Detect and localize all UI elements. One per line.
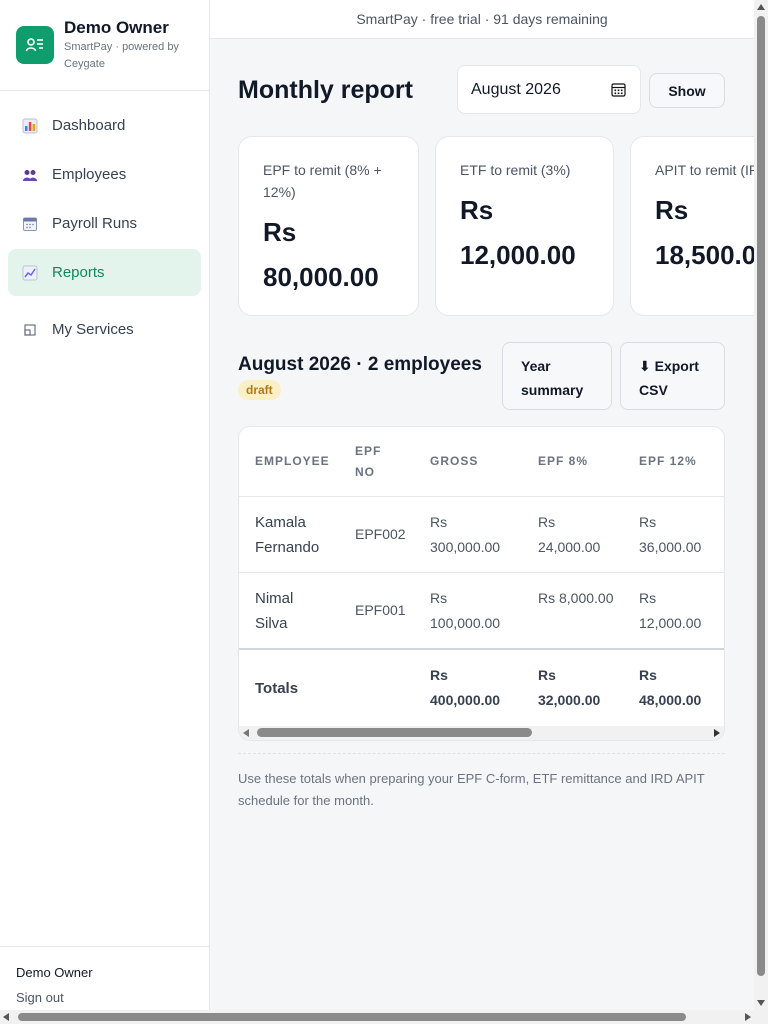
scrollbar-thumb[interactable] xyxy=(18,1013,686,1021)
sidebar-item-payroll-runs[interactable]: Payroll Runs xyxy=(8,200,201,247)
epf-number: EPF001 xyxy=(355,602,406,618)
bar-chart-icon xyxy=(22,118,38,134)
people-icon xyxy=(22,167,38,183)
column-header: EPF NO xyxy=(355,444,382,479)
sidebar-item-label: My Services xyxy=(52,321,134,338)
etf-remit-card: ETF to remit (3%) Rs 12,000.00 xyxy=(435,136,614,316)
help-note: Use these totals when preparing your EPF… xyxy=(238,771,705,808)
card-value: Rs 12,000.00 xyxy=(460,195,576,270)
employee-name: Kamala Fernando xyxy=(255,514,320,556)
scroll-right-icon[interactable] xyxy=(714,729,720,737)
main-content: Monthly report August 2026 Show EPF to r… xyxy=(210,39,754,1010)
sidebar: Demo Owner SmartPay · powered by Ceygate… xyxy=(0,0,210,1010)
page-horizontal-scrollbar[interactable] xyxy=(0,1010,754,1024)
apit-remit-card: APIT to remit (IRD) Rs 18,500.00 xyxy=(630,136,754,316)
page-vertical-scrollbar[interactable] xyxy=(754,0,768,1010)
sidebar-item-label: Payroll Runs xyxy=(52,215,138,232)
calendar-icon xyxy=(22,216,38,232)
scroll-right-icon[interactable] xyxy=(745,1013,751,1021)
export-csv-button[interactable]: ⬇ Export CSV xyxy=(620,342,725,410)
scroll-left-icon[interactable] xyxy=(3,1013,9,1021)
sidebar-item-label: Dashboard xyxy=(52,117,126,134)
sidebar-item-employees[interactable]: Employees xyxy=(8,151,201,198)
card-label: ETF to remit (3%) xyxy=(460,162,571,178)
brand-logo-icon xyxy=(16,26,54,64)
scroll-left-icon[interactable] xyxy=(243,729,249,737)
employee-name: Nimal Silva xyxy=(255,590,294,632)
epf-remit-card: EPF to remit (8% + 12%) Rs 80,000.00 xyxy=(238,136,419,316)
services-icon xyxy=(22,322,38,338)
brand-subtitle: SmartPay · powered by Ceygate xyxy=(64,41,179,70)
month-picker-value: August 2026 xyxy=(471,80,561,98)
year-summary-button[interactable]: Year summary xyxy=(502,342,612,410)
card-label: EPF to remit (8% + 12%) xyxy=(263,162,382,200)
sidebar-item-label: Employees xyxy=(52,166,127,183)
sidebar-item-my-services[interactable]: My Services xyxy=(8,306,201,353)
epf-number: EPF002 xyxy=(355,526,406,542)
sidebar-footer: Demo Owner Sign out xyxy=(0,946,209,1010)
column-header: GROSS xyxy=(430,454,479,468)
divider xyxy=(238,753,725,754)
scroll-down-icon[interactable] xyxy=(757,1000,765,1006)
totals-label: Totals xyxy=(255,680,299,697)
card-value: Rs 18,500.00 xyxy=(655,195,754,270)
total-epf12: Rs 48,000.00 xyxy=(639,667,702,708)
sidebar-item-label: Reports xyxy=(52,264,105,281)
footer-username: Demo Owner xyxy=(16,965,93,980)
epf8-value: Rs 24,000.00 xyxy=(538,514,601,555)
scrollbar-thumb[interactable] xyxy=(757,16,765,976)
scrollbar-corner xyxy=(754,1010,768,1024)
trial-banner-text: SmartPay · free trial · 91 days remainin… xyxy=(356,11,608,27)
sidebar-item-reports[interactable]: Reports xyxy=(8,249,201,296)
trial-banner: SmartPay · free trial · 91 days remainin… xyxy=(210,0,754,39)
column-header: EPF 8% xyxy=(538,454,589,468)
page-title: Monthly report xyxy=(238,76,413,104)
sidebar-nav: Dashboard Employees Payroll Runs Reports… xyxy=(0,91,209,353)
show-button[interactable]: Show xyxy=(649,73,725,108)
sign-out-link[interactable]: Sign out xyxy=(16,989,193,1007)
table-row: Nimal Silva EPF001 Rs 100,000.00 Rs 8,00… xyxy=(239,573,724,649)
brand-header: Demo Owner SmartPay · powered by Ceygate xyxy=(0,0,209,91)
section-title: August 2026 · 2 employees xyxy=(238,354,482,375)
epf12-value: Rs 36,000.00 xyxy=(639,514,702,555)
gross-value: Rs 100,000.00 xyxy=(430,590,501,631)
table-header: EMPLOYEE EPF NO GROSS EPF 8% EPF 12% xyxy=(239,427,724,497)
column-header: EMPLOYEE xyxy=(255,454,330,468)
totals-row: Totals Rs 400,000.00 Rs 32,000.00 Rs 48,… xyxy=(239,648,724,724)
total-epf8: Rs 32,000.00 xyxy=(538,667,601,708)
scroll-up-icon[interactable] xyxy=(757,4,765,10)
gross-value: Rs 300,000.00 xyxy=(430,514,501,555)
card-label: APIT to remit (IRD) xyxy=(655,162,754,178)
table-row: Kamala Fernando EPF002 Rs 300,000.00 Rs … xyxy=(239,497,724,573)
epf12-value: Rs 12,000.00 xyxy=(639,590,702,631)
column-header: EPF 12% xyxy=(639,454,697,468)
scrollbar-thumb[interactable] xyxy=(257,728,532,737)
total-gross: Rs 400,000.00 xyxy=(430,667,501,708)
calendar-icon[interactable] xyxy=(611,82,626,97)
epf8-value: Rs 8,000.00 xyxy=(538,590,614,606)
month-picker-input[interactable]: August 2026 xyxy=(457,65,641,114)
line-chart-icon xyxy=(22,265,38,281)
report-table: EMPLOYEE EPF NO GROSS EPF 8% EPF 12% Kam… xyxy=(238,426,725,741)
table-horizontal-scrollbar[interactable] xyxy=(239,726,724,740)
status-badge: draft xyxy=(238,380,281,400)
card-value: Rs 80,000.00 xyxy=(263,217,379,292)
brand-name: Demo Owner xyxy=(64,18,169,37)
sidebar-item-dashboard[interactable]: Dashboard xyxy=(8,102,201,149)
